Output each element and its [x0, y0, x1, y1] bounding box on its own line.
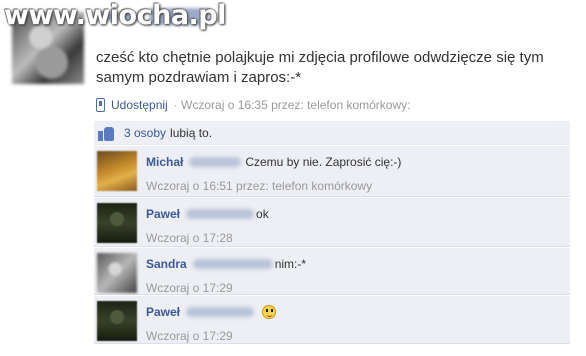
- comment-item: Sandra nim:-* Wczoraj o 17:29: [94, 248, 570, 295]
- blurred-surname: [186, 307, 255, 317]
- blurred-surname: [192, 259, 273, 269]
- post-text: cześć kto chętnie polajkuje mi zdjęcia p…: [96, 49, 544, 86]
- comment-text: nim:-*: [274, 257, 307, 271]
- share-link[interactable]: Udostępnij: [111, 98, 168, 112]
- likes-count-link[interactable]: 3 osoby: [124, 126, 166, 140]
- comment-timestamp: Wczoraj o 17:29: [146, 281, 233, 295]
- likes-suffix: lubią to.: [170, 125, 213, 140]
- comment-text: ok: [256, 207, 269, 221]
- commenter-name[interactable]: Paweł: [146, 305, 180, 319]
- commenter-name[interactable]: Paweł: [146, 207, 180, 221]
- blurred-surname: [189, 157, 242, 167]
- comment-item: Paweł ok Wczoraj o 17:28: [94, 198, 570, 247]
- thumbs-up-icon: [98, 125, 116, 141]
- smiley-emoticon-icon: [262, 305, 277, 319]
- commenter-avatar[interactable]: [97, 253, 137, 293]
- post-meta: Udostępnij · Wczoraj o 16:35 przez: tele…: [96, 98, 410, 112]
- commenter-avatar[interactable]: [97, 301, 137, 341]
- commenter-avatar[interactable]: [97, 203, 137, 243]
- comment-timestamp: Wczoraj o 16:51 przez: telefon komórkowy: [146, 179, 373, 193]
- comment-timestamp: Wczoraj o 17:28: [146, 231, 233, 245]
- mobile-phone-icon: [96, 98, 105, 112]
- comment-timestamp: Wczoraj o 17:29: [146, 329, 233, 343]
- comment-text: Czemu by nie. Zaprosić cię:-): [245, 155, 402, 169]
- watermark-logo: www.wiocha.pl: [4, 0, 226, 31]
- likes-bar: 3 osoby lubią to.: [94, 121, 570, 145]
- commenter-name[interactable]: Sandra: [146, 257, 187, 271]
- comment-item: Paweł Wczoraj o 17:29: [94, 296, 570, 344]
- commenter-avatar[interactable]: [97, 151, 137, 191]
- blurred-surname: [186, 209, 255, 219]
- commenter-name[interactable]: Michał: [146, 155, 183, 169]
- post-timestamp: · Wczoraj o 16:35 przez: telefon komórko…: [173, 98, 411, 112]
- comment-item: Michał Czemu by nie. Zaprosić cię:-) Wcz…: [94, 146, 570, 197]
